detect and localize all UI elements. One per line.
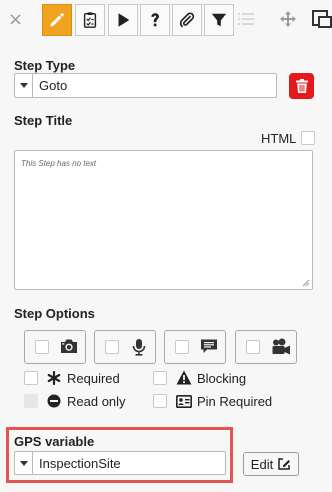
play-icon <box>118 13 130 27</box>
photo-option-toggle[interactable] <box>24 330 86 364</box>
microphone-icon <box>132 339 146 356</box>
step-title-textarea[interactable]: This Step has no text <box>14 150 313 290</box>
list-icon <box>238 13 254 25</box>
step-title-placeholder: This Step has no text <box>21 159 97 168</box>
required-checkbox[interactable] <box>24 371 38 385</box>
comment-option-checkbox[interactable] <box>175 340 189 354</box>
delete-button[interactable] <box>289 73 314 99</box>
edit-button[interactable]: Edit <box>243 452 299 476</box>
window-icon[interactable] <box>312 8 332 28</box>
help-tab-button[interactable] <box>140 4 170 36</box>
step-type-select[interactable]: Goto <box>14 73 277 98</box>
id-card-icon <box>176 395 192 408</box>
html-label: HTML <box>261 131 297 146</box>
read-only-checkbox <box>24 394 38 408</box>
minus-circle-icon <box>47 394 61 408</box>
gps-variable-value: InspectionSite <box>39 455 121 471</box>
paperclip-icon <box>179 12 195 28</box>
resize-grip-icon[interactable] <box>302 279 310 287</box>
attachment-tab-button[interactable] <box>172 4 202 36</box>
step-type-label: Step Type <box>14 58 76 73</box>
filter-tab-button[interactable] <box>204 4 234 36</box>
move-icon[interactable] <box>280 11 296 27</box>
read-only-label: Read only <box>67 394 126 409</box>
chevron-down-icon <box>15 74 33 97</box>
step-title-label: Step Title <box>14 113 73 128</box>
filter-icon <box>211 13 227 27</box>
html-checkbox[interactable] <box>301 131 315 145</box>
required-label: Required <box>67 371 120 386</box>
step-type-value: Goto <box>39 78 68 93</box>
photo-option-checkbox[interactable] <box>35 340 49 354</box>
checklist-tab-button[interactable] <box>75 4 105 36</box>
asterisk-icon <box>47 371 61 385</box>
clipboard-icon <box>83 12 97 28</box>
video-option-checkbox[interactable] <box>246 340 260 354</box>
gps-variable-select[interactable]: InspectionSite <box>14 451 226 475</box>
comment-option-toggle[interactable] <box>164 330 226 364</box>
question-icon <box>151 13 159 27</box>
pin-required-label: Pin Required <box>197 394 273 409</box>
external-edit-icon <box>278 458 291 470</box>
pin-required-checkbox[interactable] <box>153 394 167 408</box>
edit-tab-button[interactable] <box>42 4 72 36</box>
toolbar: × <box>0 0 332 40</box>
chevron-down-icon <box>15 452 33 474</box>
trash-icon <box>295 79 308 93</box>
blocking-label: Blocking <box>197 371 247 386</box>
edit-button-label: Edit <box>250 456 274 472</box>
run-tab-button[interactable] <box>108 4 138 36</box>
camera-icon <box>61 339 77 353</box>
blocking-checkbox[interactable] <box>153 371 167 385</box>
video-option-toggle[interactable] <box>235 330 297 364</box>
pencil-icon <box>50 13 64 27</box>
step-options-label: Step Options <box>14 306 95 321</box>
warning-icon <box>176 370 192 385</box>
audio-option-toggle[interactable] <box>94 330 156 364</box>
close-icon[interactable]: × <box>8 9 23 30</box>
gps-variable-label: GPS variable <box>14 434 95 449</box>
audio-option-checkbox[interactable] <box>105 340 119 354</box>
video-camera-icon <box>272 338 290 355</box>
comment-icon <box>201 339 217 353</box>
